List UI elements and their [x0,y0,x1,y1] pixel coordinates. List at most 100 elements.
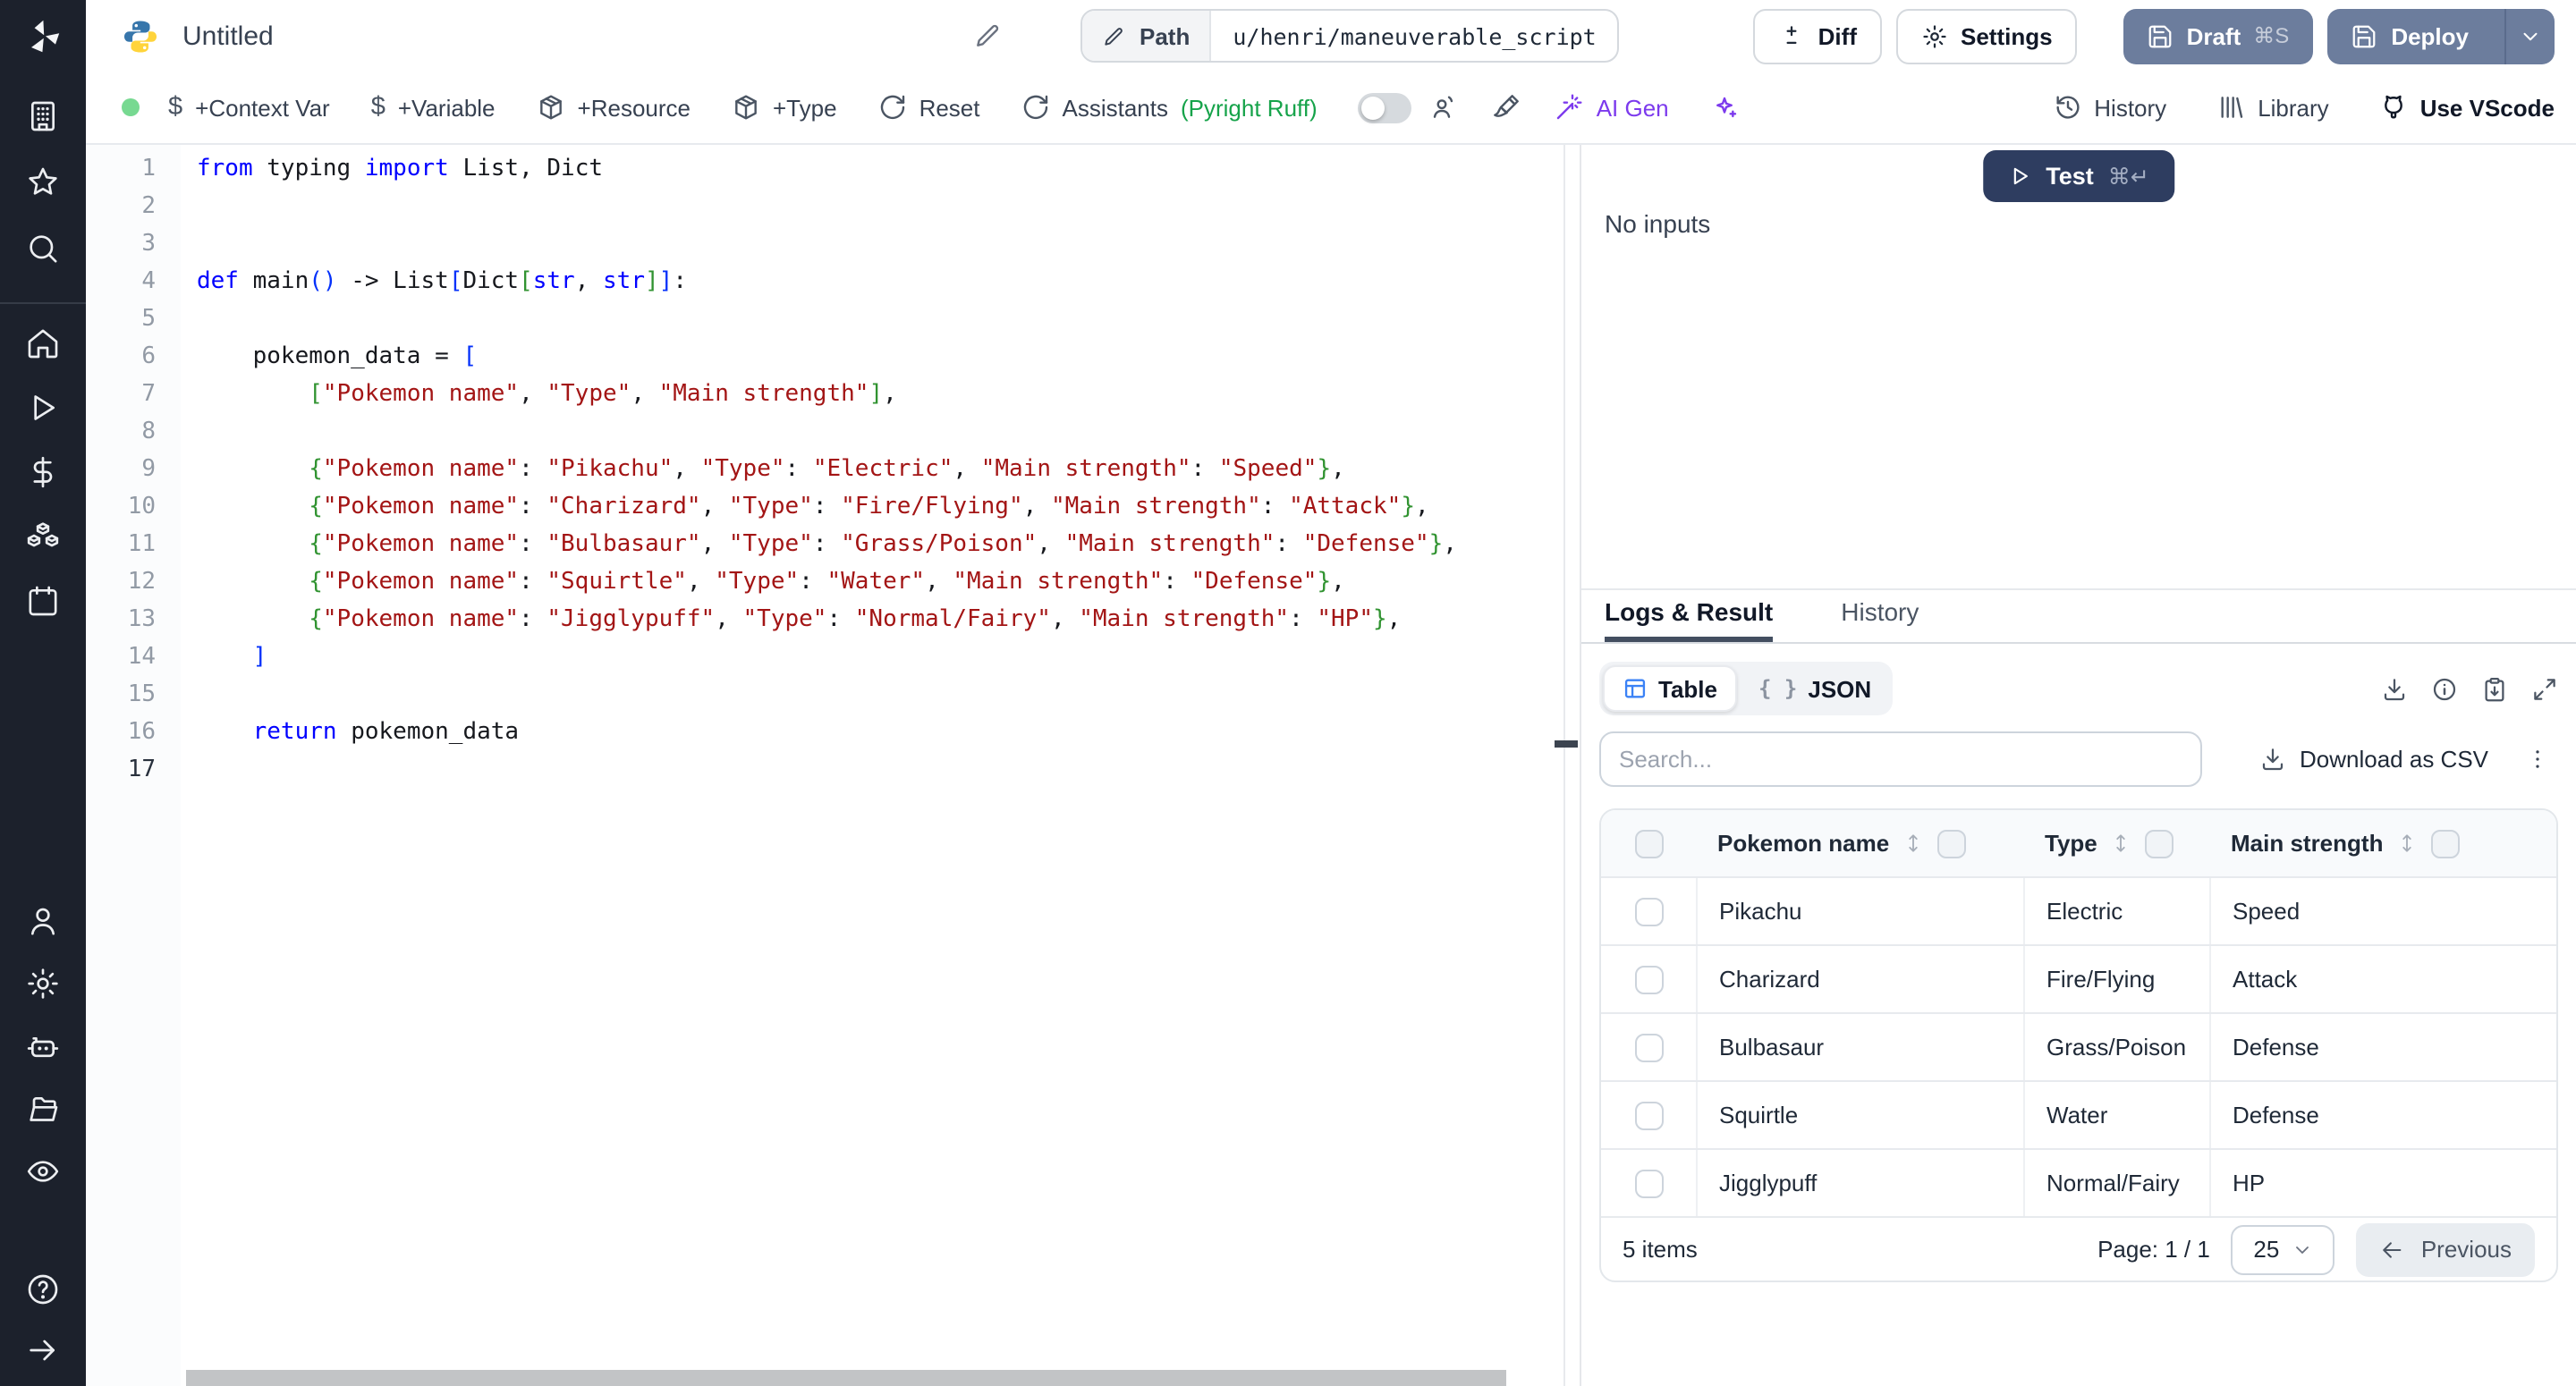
select-all-checkbox[interactable] [1634,829,1663,858]
table-cell: Charizard [1696,946,2023,1012]
collapse-arrow-right-icon[interactable] [25,1332,61,1368]
settings-button[interactable]: Settings [1896,8,2078,63]
table-search-input[interactable] [1599,731,2202,787]
tab-history[interactable]: History [1841,590,1919,640]
sort-icon[interactable] [2395,830,2419,857]
deploy-button[interactable]: Deploy [2326,8,2555,63]
result-body: Table { } JSON [1581,644,2576,1386]
workers-bot-icon[interactable] [25,1028,61,1064]
refresh-icon [1021,93,1050,122]
code-line[interactable]: return pokemon_data [197,714,1580,751]
package-icon [732,93,760,122]
page-size-select[interactable]: 25 [2232,1224,2335,1274]
user-icon[interactable] [25,903,61,939]
app-window: Untitled Path u/henri/maneuverable_scrip… [0,0,2576,1386]
code-line[interactable]: ["Pokemon name", "Type", "Main strength"… [197,376,1580,413]
ai-gen-button[interactable]: AI Gen [1555,93,1669,122]
add-type-button[interactable]: +Type [732,93,837,122]
script-title[interactable]: Untitled [182,21,274,51]
column-filter-box[interactable] [2431,829,2460,858]
column-header-pokemon-name[interactable]: Pokemon name [1696,810,2023,876]
use-vscode-button[interactable]: Use VScode [2379,93,2555,122]
add-resource-button[interactable]: +Resource [537,93,691,122]
history-button[interactable]: History [2053,93,2166,122]
column-filter-box[interactable] [1937,829,1966,858]
add-context-var-button[interactable]: $+Context Var [168,93,330,122]
code-line[interactable]: {"Pokemon name": "Pikachu", "Type": "Ele… [197,451,1580,488]
draft-button[interactable]: Draft ⌘S [2124,8,2313,63]
download-result-icon[interactable] [2381,675,2408,702]
sort-icon[interactable] [2110,830,2133,857]
diff-button[interactable]: Diff [1754,8,1882,63]
row-checkbox[interactable] [1634,1033,1663,1061]
building-icon[interactable] [25,98,61,134]
run-header: Test ⌘↵ No inputs [1581,145,2576,590]
download-csv-button[interactable]: Download as CSV [2258,746,2488,773]
view-toggle-table[interactable]: Table [1603,665,1737,712]
deploy-dropdown-caret[interactable] [2504,8,2555,63]
folders-icon[interactable] [25,1091,61,1127]
home-icon[interactable] [25,325,61,361]
settings-gear-icon[interactable] [25,966,61,1001]
table-cell: Fire/Flying [2023,946,2209,1012]
code-line[interactable]: ] [197,638,1580,676]
code-line[interactable]: pokemon_data = [ [197,338,1580,376]
assistants-button[interactable]: Assistants (Pyright Ruff) [1021,93,1318,122]
audit-eye-icon[interactable] [25,1154,61,1189]
multiplayer-toggle[interactable] [1359,92,1412,123]
ai-sparkles-button[interactable] [1710,93,1739,122]
edit-summary-pencil-icon[interactable] [973,21,1002,50]
code-line[interactable] [197,188,1580,225]
table-cell: HP [2209,1150,2556,1216]
test-button[interactable]: Test ⌘↵ [1983,150,2174,202]
code-editor[interactable]: 1234567891011121314151617 from typing im… [86,145,1580,1386]
editor-code[interactable]: from typing import List, Dict def main() … [181,145,1580,1386]
horizontal-scrollbar[interactable] [186,1370,1506,1386]
column-filter-box[interactable] [2146,829,2174,858]
variables-dollar-icon[interactable] [25,454,61,490]
tab-logs-result[interactable]: Logs & Result [1605,590,1773,640]
row-checkbox[interactable] [1634,1101,1663,1129]
star-icon[interactable] [25,165,61,200]
format-brush-button[interactable] [1493,93,1521,122]
sort-icon[interactable] [1902,830,1925,857]
multiplayer-users-button[interactable] [1430,93,1459,122]
add-variable-button[interactable]: $+Variable [371,93,496,122]
code-line[interactable] [197,413,1580,451]
windmill-logo-icon[interactable] [21,16,64,59]
row-checkbox[interactable] [1634,965,1663,993]
run-result-panel: Test ⌘↵ No inputs Logs & Result History [1580,145,2576,1386]
code-line[interactable]: def main() -> List[Dict[str, str]]: [197,263,1580,300]
code-line[interactable] [197,300,1580,338]
no-inputs-label: No inputs [1605,209,1710,238]
column-header-type[interactable]: Type [2023,810,2209,876]
maximize-icon[interactable] [2531,675,2558,702]
previous-page-button[interactable]: Previous [2357,1222,2535,1276]
library-button[interactable]: Library [2216,93,2329,122]
code-line[interactable] [197,751,1580,789]
schedules-calendar-icon[interactable] [25,583,61,619]
resources-boxes-icon[interactable] [25,519,61,554]
overview-ruler-mark [1555,740,1578,748]
code-line[interactable]: from typing import List, Dict [197,150,1580,188]
code-line[interactable] [197,225,1580,263]
view-toggle-json[interactable]: { } JSON [1741,665,1889,712]
column-header-main-strength[interactable]: Main strength [2209,810,2556,876]
path-field[interactable]: Path u/henri/maneuverable_script [1080,9,1620,63]
table-cell: Normal/Fairy [2023,1150,2209,1216]
runs-play-icon[interactable] [25,390,61,426]
help-icon[interactable] [25,1272,61,1307]
path-value[interactable]: u/henri/maneuverable_script [1211,11,1617,61]
code-line[interactable]: {"Pokemon name": "Bulbasaur", "Type": "G… [197,526,1580,563]
info-icon[interactable] [2431,675,2458,702]
row-checkbox[interactable] [1634,1169,1663,1197]
row-checkbox[interactable] [1634,897,1663,925]
clipboard-copy-icon[interactable] [2481,675,2508,702]
reset-button[interactable]: Reset [878,93,980,122]
code-line[interactable]: {"Pokemon name": "Jigglypuff", "Type": "… [197,601,1580,638]
code-line[interactable]: {"Pokemon name": "Charizard", "Type": "F… [197,488,1580,526]
code-line[interactable] [197,676,1580,714]
more-options-kebab-icon[interactable] [2524,746,2551,773]
code-line[interactable]: {"Pokemon name": "Squirtle", "Type": "Wa… [197,563,1580,601]
search-icon[interactable] [25,231,61,266]
